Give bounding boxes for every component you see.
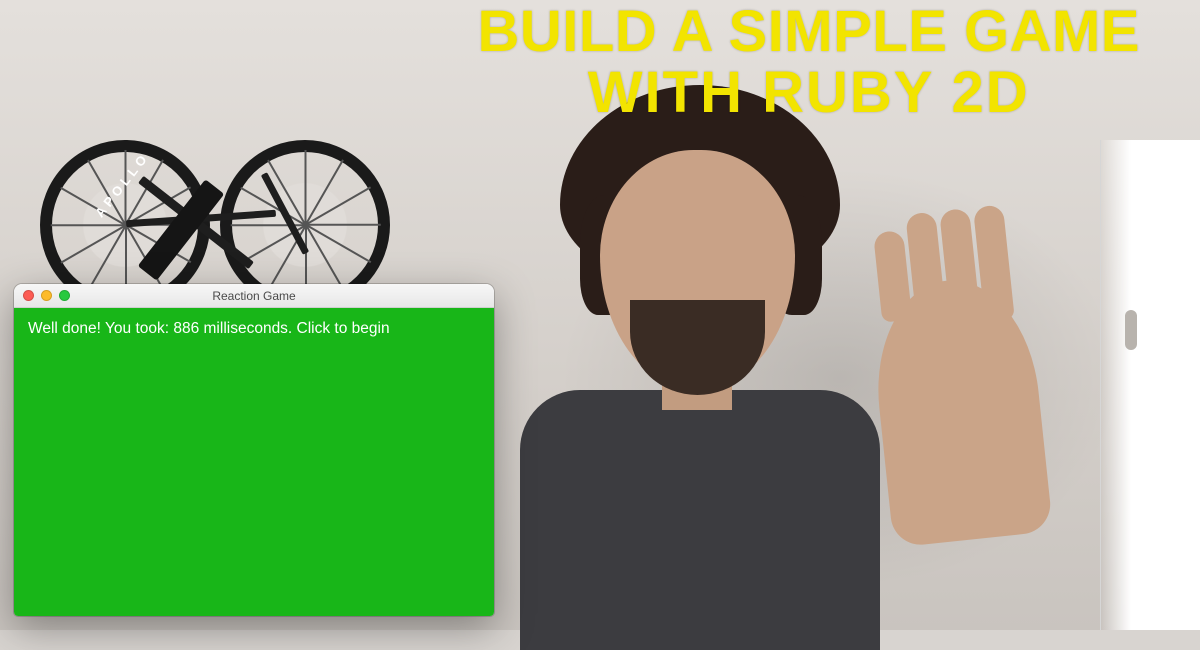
window-titlebar[interactable]: Reaction Game [14, 284, 494, 308]
video-thumbnail: APOLLO BUILD A SIMPLE GAME WITH RUBY 2D … [0, 0, 1200, 630]
wall-bicycle: APOLLO [60, 60, 360, 320]
title-line-1: BUILD A SIMPLE GAME [477, 2, 1140, 63]
window-title: Reaction Game [14, 289, 494, 303]
thumbnail-title: BUILD A SIMPLE GAME WITH RUBY 2D [477, 2, 1140, 124]
title-line-2: WITH RUBY 2D [477, 63, 1140, 124]
presenter-hand-wave [867, 272, 1053, 547]
door-handle [1125, 310, 1137, 350]
room-door [1100, 140, 1200, 630]
reaction-game-window[interactable]: Reaction Game Well done! You took: 886 m… [14, 284, 494, 616]
game-canvas[interactable]: Well done! You took: 886 milliseconds. C… [14, 308, 494, 616]
game-status-text: Well done! You took: 886 milliseconds. C… [28, 320, 390, 338]
presenter-torso [520, 390, 880, 650]
